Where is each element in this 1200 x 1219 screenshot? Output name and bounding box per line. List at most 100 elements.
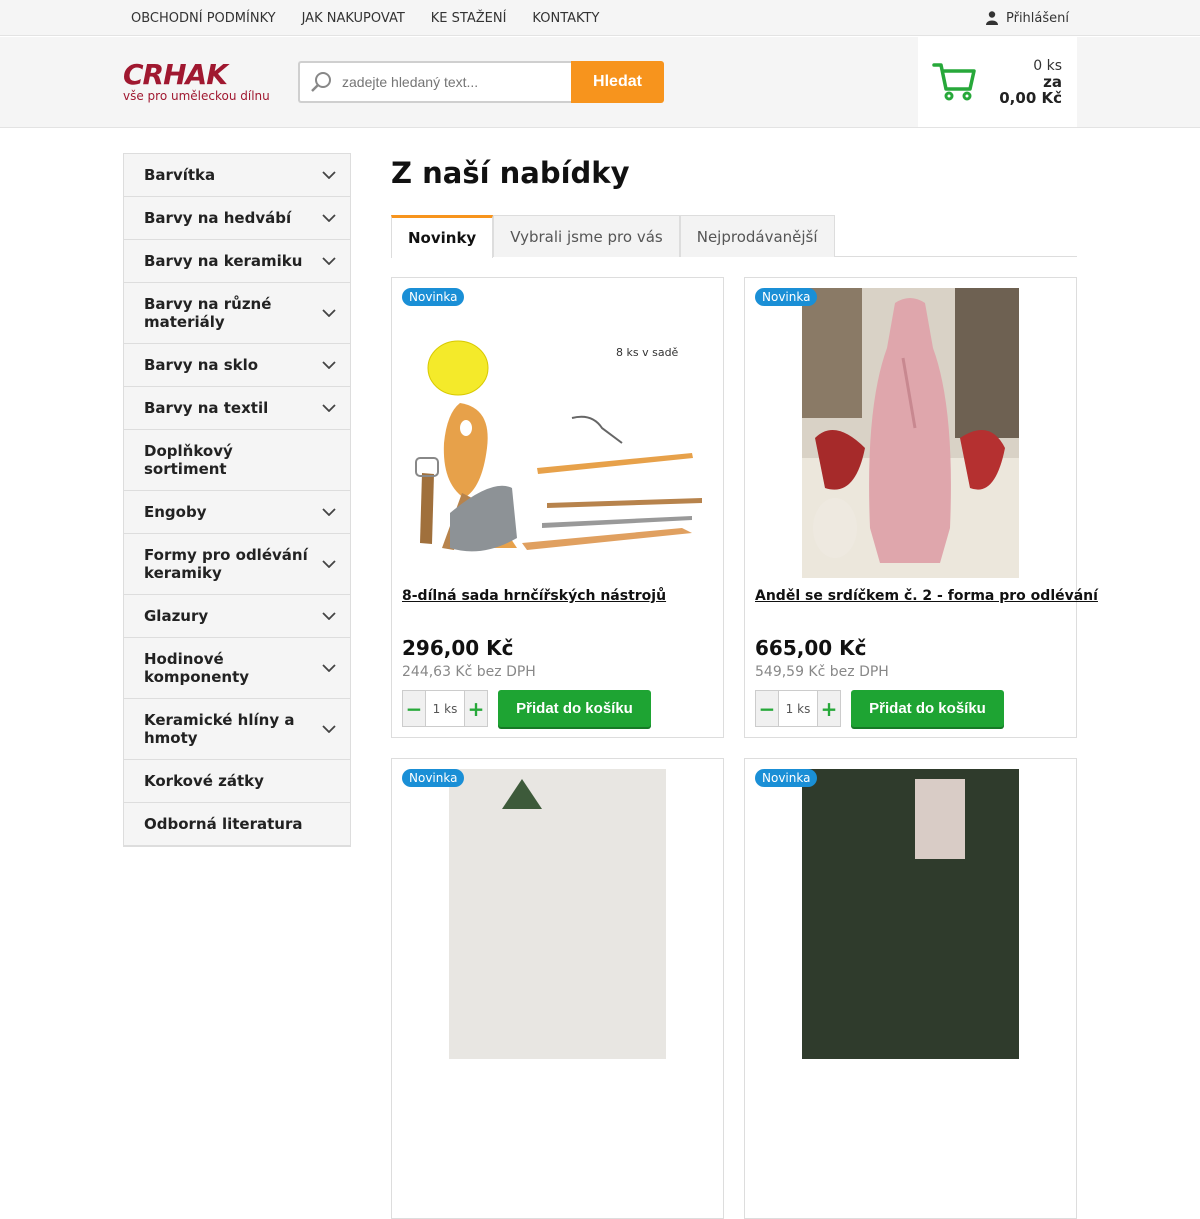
sidebar-category-label: Korkové zátky (144, 772, 264, 790)
sidebar-category-item[interactable]: Keramické hlíny a hmoty (124, 699, 350, 760)
chevron-down-icon[interactable] (322, 508, 336, 516)
search-bar: Hledat (298, 61, 664, 103)
chevron-down-icon[interactable] (322, 560, 336, 568)
sidebar-category-item[interactable]: Barvy na sklo (124, 344, 350, 387)
cart-widget[interactable]: 0 ks za 0,00 Kč (918, 37, 1077, 127)
cart-total: 0,00 Kč (999, 89, 1062, 107)
sidebar-category-label: Hodinové komponenty (144, 650, 250, 686)
product-price: 296,00 Kč (402, 636, 514, 660)
chevron-down-icon[interactable] (322, 257, 336, 265)
chevron-down-icon[interactable] (322, 612, 336, 620)
chevron-down-icon[interactable] (322, 404, 336, 412)
sidebar-category-label: Barvy na sklo (144, 356, 259, 374)
sidebar-category-label: Keramické hlíny a hmoty (144, 711, 295, 747)
plus-icon: + (820, 696, 838, 721)
new-badge: Novinka (755, 288, 818, 306)
tab-recommended[interactable]: Vybrali jsme pro vás (493, 215, 680, 257)
product-image[interactable] (402, 769, 713, 1059)
new-badge: Novinka (402, 288, 465, 306)
add-to-cart-button[interactable]: Přidat do košíku (851, 690, 1004, 727)
minus-icon: − (758, 696, 776, 721)
nav-link-how-to-buy[interactable]: JAK NAKUPOVAT (302, 11, 405, 26)
sidebar-category-label: Doplňkový sortiment (144, 442, 233, 478)
nav-link-downloads[interactable]: KE STAŽENÍ (431, 11, 507, 26)
sidebar-category-item[interactable]: Formy pro odlévání keramiky (124, 534, 350, 595)
cart-summary: 0 ks za 0,00 Kč (999, 58, 1062, 106)
logo-wordmark: CRHAK (123, 58, 228, 91)
chevron-down-icon[interactable] (322, 664, 336, 672)
sidebar-category-item[interactable]: Hodinové komponenty (124, 638, 350, 699)
logo-tagline: vše pro uměleckou dílnu (123, 89, 270, 103)
chevron-down-icon[interactable] (322, 725, 336, 733)
tab-novinky[interactable]: Novinky (391, 215, 494, 258)
tab-bestsellers[interactable]: Nejprodávanější (679, 215, 835, 257)
product-name-link[interactable]: 8-dílná sada hrnčířských nástrojů (402, 588, 666, 604)
nav-link-contacts[interactable]: KONTAKTY (532, 11, 599, 26)
search-input[interactable] (342, 74, 562, 90)
product-card: Novinka Anděl se srdíčkem č. 2 - forma p… (744, 277, 1098, 738)
top-bar: OBCHODNÍ PODMÍNKY JAK NAKUPOVAT KE STAŽE… (0, 0, 1200, 36)
main-content: Z naší nabídky Novinky Vybrali jsme pro … (391, 153, 1098, 1219)
user-icon (985, 11, 998, 25)
increase-quantity-button[interactable]: + (465, 691, 487, 726)
header: CRHAK vše pro uměleckou dílnu Hledat 0 k… (0, 37, 1200, 128)
increase-quantity-button[interactable]: + (818, 691, 840, 726)
sidebar-category-item[interactable]: Glazury (124, 595, 350, 638)
new-badge: Novinka (755, 769, 818, 787)
sidebar-category-label: Engoby (144, 503, 207, 521)
decrease-quantity-button[interactable]: − (756, 691, 778, 726)
sidebar-category-item[interactable]: Barvy na různé materiály (124, 283, 350, 344)
sidebar-category-label: Barvy na hedvábí (144, 209, 292, 227)
sidebar-category-label: Barvy na různé materiály (144, 295, 272, 331)
sidebar-category-item[interactable]: Odborná literatura (124, 803, 350, 846)
product-card: 8 ks v sadě Novinka 8-dílná sada hrnčířs… (391, 277, 724, 738)
product-price: 665,00 Kč (755, 636, 867, 660)
minus-icon: − (405, 696, 423, 721)
quantity-value[interactable]: 1 ks (778, 691, 818, 726)
product-image[interactable] (755, 769, 1066, 1059)
sidebar-category-item[interactable]: Engoby (124, 491, 350, 534)
quantity-value[interactable]: 1 ks (425, 691, 465, 726)
add-to-cart-button[interactable]: Přidat do košíku (498, 690, 651, 727)
sidebar-category-item[interactable]: Korkové zátky (124, 760, 350, 803)
chevron-down-icon[interactable] (322, 361, 336, 369)
sidebar-category-item[interactable]: Barvy na hedvábí (124, 197, 350, 240)
logo[interactable]: CRHAK vše pro uměleckou dílnu (123, 58, 283, 104)
chevron-down-icon[interactable] (322, 171, 336, 179)
sidebar-category-item[interactable]: Barvy na textil (124, 387, 350, 430)
page-title: Z naší nabídky (391, 156, 630, 190)
sidebar-category-label: Barvy na textil (144, 399, 269, 417)
product-card: Novinka (391, 758, 724, 1219)
sidebar-category-label: Formy pro odlévání keramiky (144, 546, 308, 582)
nav-link-terms[interactable]: OBCHODNÍ PODMÍNKY (131, 11, 276, 26)
cart-icon (932, 63, 976, 101)
image-caption: 8 ks v sadě (616, 346, 679, 359)
chevron-down-icon[interactable] (322, 309, 336, 317)
cart-count: 0 ks (1033, 58, 1062, 74)
product-tabs: Novinky Vybrali jsme pro vás Nejprodávan… (391, 215, 1077, 258)
product-card: Novinka (744, 758, 1077, 1219)
search-field[interactable] (298, 61, 571, 103)
search-icon (311, 72, 331, 92)
sidebar-category-label: Odborná literatura (144, 815, 303, 833)
sidebar-category-item[interactable]: Barvy na keramiku (124, 240, 350, 283)
login-label: Přihlášení (1005, 10, 1069, 26)
product-image[interactable] (755, 288, 1066, 578)
product-price-net: 549,59 Kč bez DPH (755, 664, 889, 680)
search-button[interactable]: Hledat (571, 61, 664, 103)
new-badge: Novinka (402, 769, 465, 787)
chevron-down-icon[interactable] (322, 214, 336, 222)
product-price-net: 244,63 Kč bez DPH (402, 664, 536, 680)
login-link[interactable]: Přihlášení (985, 0, 1069, 36)
plus-icon: + (467, 696, 485, 721)
sidebar-category-item[interactable]: Barvítka (124, 154, 350, 197)
sidebar-category-label: Glazury (144, 607, 209, 625)
product-image[interactable]: 8 ks v sadě (402, 288, 713, 578)
product-name-link[interactable]: Anděl se srdíčkem č. 2 - forma pro odlév… (755, 588, 1098, 604)
sidebar-category-item[interactable]: Doplňkový sortiment (124, 430, 350, 491)
sidebar-category-label: Barvítka (144, 166, 216, 184)
cart-label: za (1043, 73, 1062, 91)
top-navigation: OBCHODNÍ PODMÍNKY JAK NAKUPOVAT KE STAŽE… (131, 0, 599, 36)
decrease-quantity-button[interactable]: − (403, 691, 425, 726)
sidebar-category-label: Barvy na keramiku (144, 252, 303, 270)
